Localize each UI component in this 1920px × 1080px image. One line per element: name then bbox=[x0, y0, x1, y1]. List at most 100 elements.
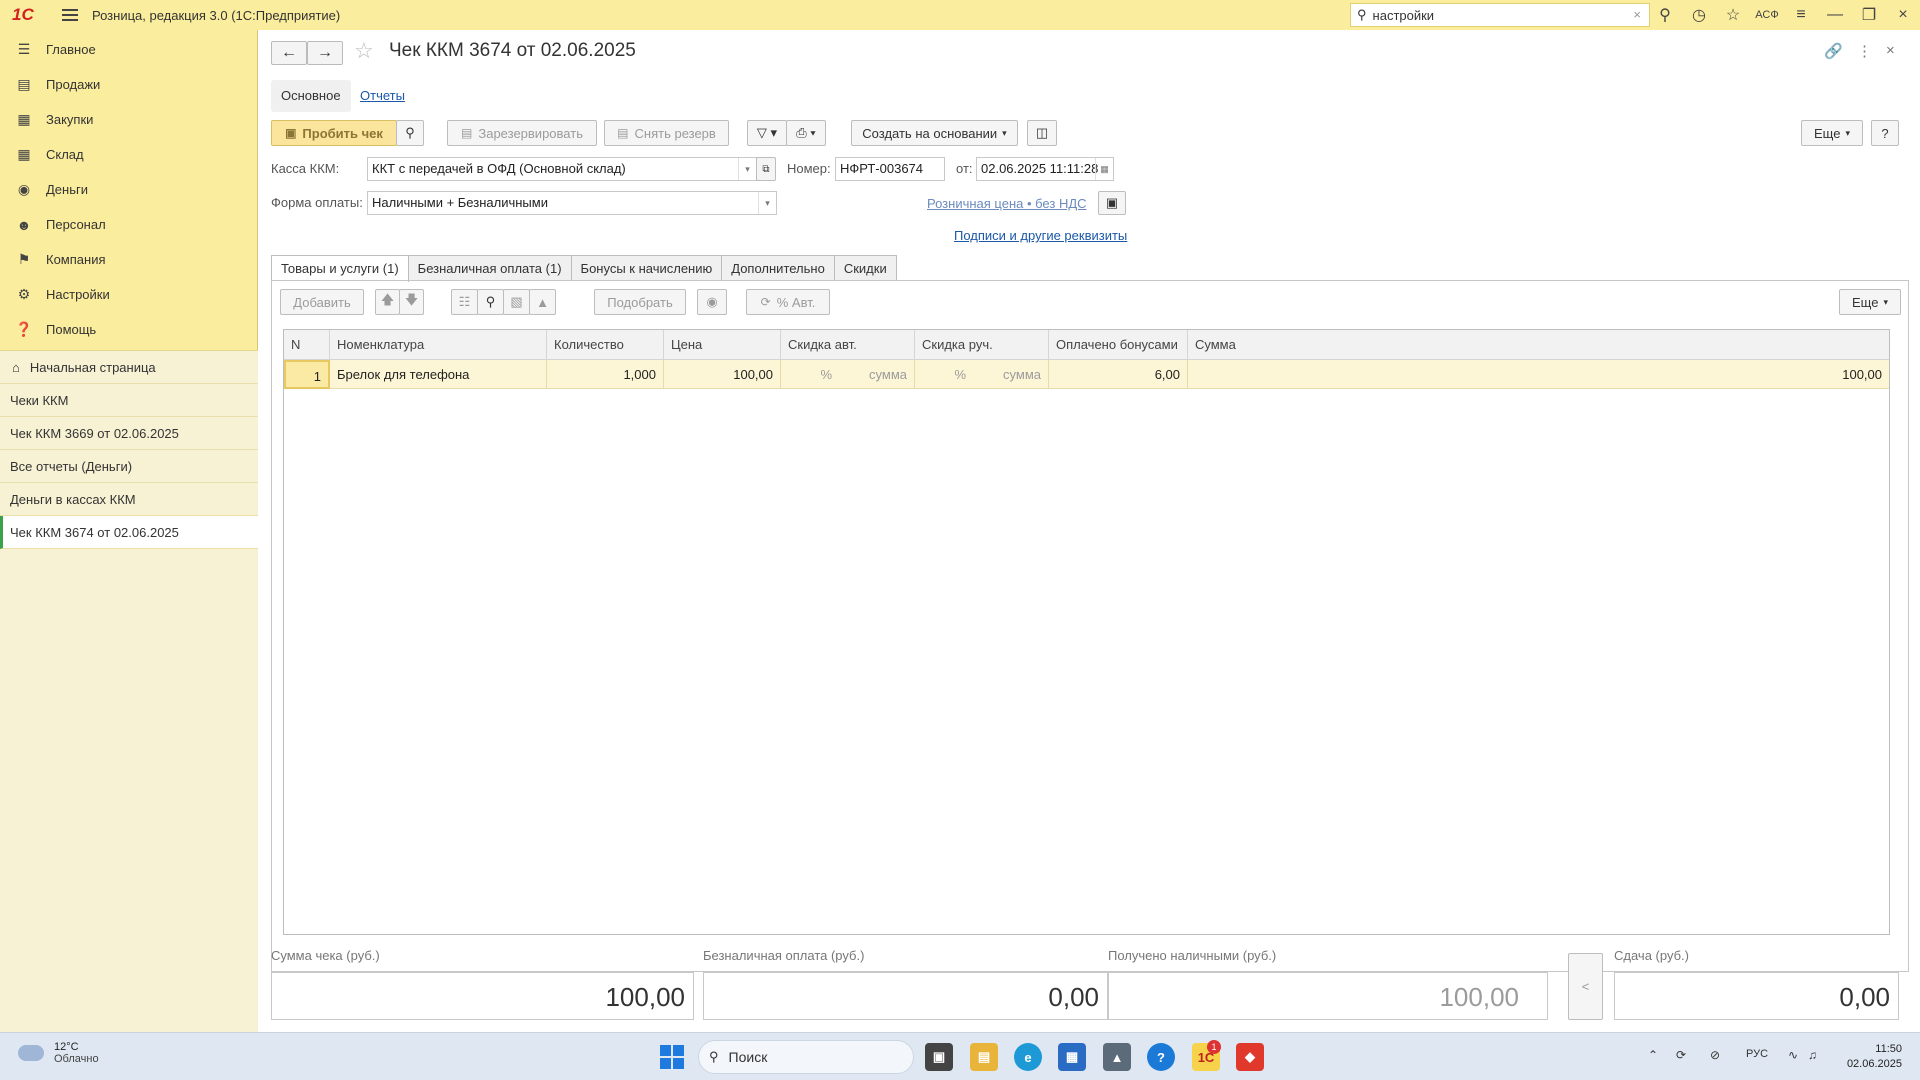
help-app-icon[interactable]: ? bbox=[1147, 1043, 1175, 1071]
move-up-button[interactable]: 🡅 bbox=[375, 289, 400, 315]
chevron-down-icon[interactable]: ▾ bbox=[738, 158, 756, 180]
tab-main[interactable]: Основное bbox=[271, 80, 351, 112]
col-auto-discount[interactable]: Скидка авт. bbox=[781, 330, 915, 360]
taskbar-search[interactable]: ⚲ Поиск bbox=[698, 1040, 914, 1074]
favorite-star-icon[interactable]: ☆ bbox=[354, 38, 374, 64]
barcode-button[interactable]: ☷ bbox=[451, 289, 478, 315]
back-button[interactable]: ← bbox=[271, 41, 307, 65]
move-down-button[interactable]: 🡇 bbox=[399, 289, 424, 315]
tab-card-payment[interactable]: Безналичная оплата (1) bbox=[407, 255, 572, 281]
tab-discounts[interactable]: Скидки bbox=[833, 255, 897, 281]
close-window-icon[interactable]: × bbox=[1886, 6, 1920, 24]
print-dropdown-button[interactable]: ⎙ ▾ bbox=[786, 120, 826, 146]
open-kkm-button[interactable]: ⧉ bbox=[756, 157, 776, 181]
app-icon[interactable]: ▲ bbox=[1103, 1043, 1131, 1071]
anydesk-icon[interactable]: ◆ bbox=[1236, 1043, 1264, 1071]
reserve-button[interactable]: ▤ Зарезервировать bbox=[447, 120, 597, 146]
open-window-item[interactable]: Чеки ККМ bbox=[0, 384, 258, 417]
view-button[interactable]: ◉ bbox=[697, 289, 727, 315]
cell-n[interactable]: 1 bbox=[284, 360, 330, 389]
col-item[interactable]: Номенклатура bbox=[330, 330, 547, 360]
edge-icon[interactable]: e bbox=[1014, 1043, 1042, 1071]
col-sum[interactable]: Сумма bbox=[1188, 330, 1889, 360]
sidebar-item-staff[interactable]: ☻ Персонал bbox=[0, 207, 257, 242]
number-field[interactable]: НФРТ-003674 bbox=[835, 157, 945, 181]
sync-icon[interactable]: ⟳ bbox=[1676, 1048, 1686, 1062]
sidebar-item-help[interactable]: ❓ Помощь bbox=[0, 312, 257, 347]
help-button[interactable]: ? bbox=[1871, 120, 1899, 146]
unreserve-button[interactable]: ▤ Снять резерв bbox=[604, 120, 729, 146]
print-receipt-button[interactable]: ▣ Пробить чек bbox=[271, 120, 397, 146]
cell-item[interactable]: Брелок для телефона bbox=[330, 360, 547, 389]
clock[interactable]: 11:50 02.06.2025 bbox=[1847, 1042, 1902, 1072]
tab-reports[interactable]: Отчеты bbox=[360, 80, 405, 112]
tab-goods[interactable]: Товары и услуги (1) bbox=[271, 255, 409, 282]
more-vertical-icon[interactable]: ⋮ bbox=[1857, 42, 1872, 60]
sidebar-item-sales[interactable]: ▤ Продажи bbox=[0, 67, 257, 102]
notifications-icon[interactable]: ⚲ bbox=[1648, 5, 1682, 25]
cell-manual-sum[interactable]: сумма bbox=[973, 360, 1049, 389]
history-icon[interactable]: ◷ bbox=[1682, 5, 1716, 25]
open-window-item[interactable]: Деньги в кассах ККМ bbox=[0, 483, 258, 516]
language-indicator[interactable]: РУС bbox=[1746, 1048, 1768, 1060]
close-icon[interactable]: × bbox=[1886, 42, 1895, 59]
auto-discount-button[interactable]: ⟳ % Авт. bbox=[746, 289, 830, 315]
date-field[interactable]: 02.06.2025 11:11:28 ▦ bbox=[976, 157, 1114, 181]
open-window-item[interactable]: Чек ККМ 3669 от 02.06.2025 bbox=[0, 417, 258, 450]
open-window-home[interactable]: ⌂ Начальная страница bbox=[0, 351, 258, 384]
col-n[interactable]: N bbox=[284, 330, 330, 360]
sidebar-item-company[interactable]: ⚑ Компания bbox=[0, 242, 257, 277]
stamp-button[interactable]: ▲ bbox=[529, 289, 556, 315]
sidebar-item-settings[interactable]: ⚙ Настройки bbox=[0, 277, 257, 312]
cash-received-field[interactable]: 100,00 bbox=[1108, 972, 1548, 1020]
signatures-link[interactable]: Подписи и другие реквизиты bbox=[954, 228, 1127, 243]
volume-icon[interactable]: ♫ bbox=[1808, 1048, 1817, 1062]
minimize-icon[interactable]: — bbox=[1818, 6, 1852, 24]
lookup-button[interactable]: ⚲ bbox=[396, 120, 424, 146]
cell-auto-sum[interactable]: сумма bbox=[839, 360, 915, 389]
more-button[interactable]: Еще ▾ bbox=[1801, 120, 1863, 146]
settings-menu-icon[interactable]: ≡ bbox=[1784, 6, 1818, 24]
cell-auto-pct[interactable]: % bbox=[781, 360, 839, 389]
open-window-item-active[interactable]: Чек ККМ 3674 от 02.06.2025 bbox=[0, 516, 258, 549]
sidebar-item-warehouse[interactable]: ▦ Склад bbox=[0, 137, 257, 172]
pick-series-button[interactable]: ▧ bbox=[503, 289, 530, 315]
tab-bonuses[interactable]: Бонусы к начислению bbox=[570, 255, 723, 281]
favorites-icon[interactable]: ☆ bbox=[1716, 5, 1750, 25]
fill-cash-button[interactable]: < bbox=[1568, 953, 1603, 1020]
global-search-input[interactable]: ⚲ настройки × bbox=[1350, 3, 1650, 27]
cell-qty[interactable]: 1,000 bbox=[547, 360, 664, 389]
cell-sum[interactable]: 100,00 bbox=[1188, 360, 1889, 389]
cell-bonus[interactable]: 6,00 bbox=[1049, 360, 1188, 389]
calendar-icon[interactable]: ▦ bbox=[1095, 158, 1113, 180]
filter-dropdown-button[interactable]: ▽ ▾ bbox=[747, 120, 787, 146]
user-menu[interactable]: АСФ bbox=[1750, 9, 1784, 21]
network-off-icon[interactable]: ⊘ bbox=[1710, 1048, 1720, 1062]
weather-widget[interactable]: 12°C Облачно bbox=[18, 1041, 99, 1065]
link-icon[interactable]: 🔗 bbox=[1824, 42, 1843, 60]
forward-button[interactable]: → bbox=[307, 41, 343, 65]
sidebar-item-main[interactable]: ☰ Главное bbox=[0, 32, 257, 67]
restore-icon[interactable]: ❐ bbox=[1852, 5, 1886, 25]
clear-search-icon[interactable]: × bbox=[1633, 7, 1641, 22]
pick-button[interactable]: Подобрать bbox=[594, 289, 686, 315]
chevron-down-icon[interactable]: ▾ bbox=[758, 192, 776, 214]
table-more-button[interactable]: Еще ▾ bbox=[1839, 289, 1901, 315]
store-icon[interactable]: ▦ bbox=[1058, 1043, 1086, 1071]
add-button[interactable]: Добавить bbox=[280, 289, 364, 315]
tray-chevron-icon[interactable]: ⌃ bbox=[1648, 1048, 1658, 1062]
file-explorer-icon[interactable]: ▤ bbox=[970, 1043, 998, 1071]
main-menu-icon[interactable] bbox=[62, 9, 78, 21]
wifi-icon[interactable]: ∿ bbox=[1788, 1048, 1798, 1062]
col-qty[interactable]: Количество bbox=[547, 330, 664, 360]
tab-additional[interactable]: Дополнительно bbox=[721, 255, 835, 281]
col-bonus[interactable]: Оплачено бонусами bbox=[1049, 330, 1188, 360]
start-button[interactable] bbox=[660, 1045, 684, 1069]
task-view-icon[interactable]: ▣ bbox=[925, 1043, 953, 1071]
cell-price[interactable]: 100,00 bbox=[664, 360, 781, 389]
payment-field[interactable]: Наличными + Безналичными ▾ bbox=[367, 191, 777, 215]
col-price[interactable]: Цена bbox=[664, 330, 781, 360]
cell-manual-pct[interactable]: % bbox=[915, 360, 973, 389]
kkm-field[interactable]: ККТ с передачей в ОФД (Основной склад) ▾ bbox=[367, 157, 757, 181]
table-row[interactable]: 1 Брелок для телефона 1,000 100,00 % сум… bbox=[284, 360, 1889, 389]
